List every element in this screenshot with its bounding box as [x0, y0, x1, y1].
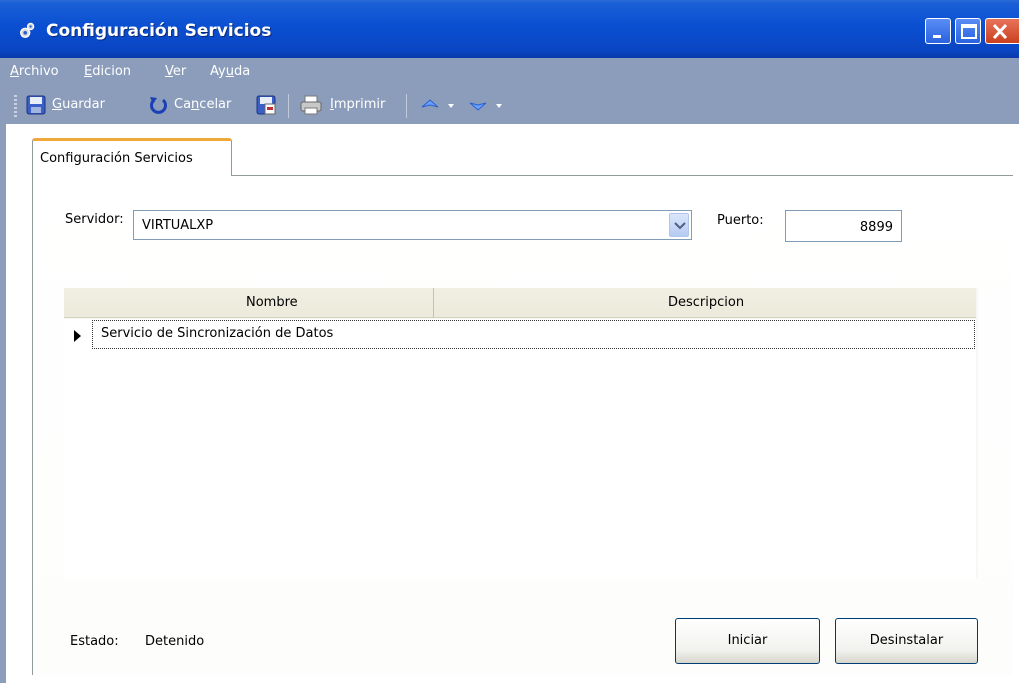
- servidor-label: Servidor:: [65, 212, 124, 227]
- menu-ayuda[interactable]: Ayuda: [210, 64, 250, 79]
- toolbar: Guardar Cancelar Imprimir: [0, 86, 1019, 124]
- current-row-arrow-icon: [74, 330, 81, 342]
- grid-empty-area: [64, 350, 976, 578]
- save-pdf-icon: [256, 95, 276, 115]
- puerto-label: Puerto:: [717, 213, 764, 228]
- menu-bar: Archivo Edicion Ver Ayuda: [0, 58, 1019, 86]
- menu-archivo[interactable]: Archivo: [10, 64, 59, 79]
- undo-icon: [150, 97, 167, 114]
- close-button[interactable]: [985, 18, 1019, 44]
- guardar-button[interactable]: Guardar: [24, 93, 136, 117]
- arrow-down-icon: [469, 102, 502, 111]
- minimize-button[interactable]: [925, 18, 951, 44]
- table-cell-nombre[interactable]: Servicio de Sincronización de Datos: [92, 320, 975, 349]
- navigate-up-button[interactable]: [418, 93, 462, 117]
- dropdown-button[interactable]: [669, 213, 689, 237]
- toolbar-separator: [288, 94, 289, 118]
- iniciar-button[interactable]: Iniciar: [675, 618, 820, 664]
- gears-icon: [20, 22, 35, 38]
- estado-value: Detenido: [145, 634, 205, 649]
- row-selector-header[interactable]: [64, 288, 92, 318]
- app-window: Configuración Servicios Archivo Edicion …: [0, 0, 1019, 683]
- minimize-icon: [933, 35, 941, 38]
- desinstalar-button[interactable]: Desinstalar: [835, 618, 978, 664]
- close-icon: [992, 23, 1008, 40]
- save-icon: [26, 95, 46, 115]
- table-row[interactable]: Servicio de Sincronización de Datos: [64, 319, 976, 350]
- estado-label: Estado:: [70, 634, 119, 649]
- arrow-up-icon: [421, 99, 454, 108]
- title-bar[interactable]: Configuración Servicios: [0, 0, 1019, 58]
- client-area: Configuración Servicios Servidor: VIRTUA…: [6, 124, 1019, 683]
- menu-ver[interactable]: Ver: [165, 64, 186, 79]
- row-selector[interactable]: [64, 319, 92, 350]
- navigate-down-button[interactable]: [466, 93, 510, 117]
- tab-label: Configuración Servicios: [40, 151, 193, 166]
- toolbar-separator: [406, 94, 407, 118]
- cancelar-button[interactable]: Cancelar: [146, 93, 262, 117]
- servidor-value: VIRTUALXP: [142, 218, 214, 233]
- tab-configuracion-servicios[interactable]: Configuración Servicios: [32, 138, 232, 176]
- column-header-nombre[interactable]: Nombre: [92, 288, 434, 318]
- puerto-value: 8899: [859, 220, 893, 235]
- toolbar-grip[interactable]: [14, 95, 17, 117]
- maximize-button[interactable]: [955, 18, 981, 44]
- export-pdf-button[interactable]: [254, 93, 278, 117]
- grid-header: Nombre Descripcion: [64, 288, 976, 318]
- chevron-down-icon: [674, 222, 686, 230]
- puerto-input[interactable]: 8899: [785, 210, 902, 242]
- services-grid: Nombre Descripcion Servicio de Sincroniz…: [64, 288, 978, 578]
- imprimir-button[interactable]: Imprimir: [298, 93, 398, 117]
- printer-icon: [300, 95, 322, 115]
- column-header-descripcion[interactable]: Descripcion: [435, 288, 976, 318]
- window-title: Configuración Servicios: [46, 21, 272, 41]
- menu-edicion[interactable]: Edicion: [84, 64, 131, 79]
- servidor-select[interactable]: VIRTUALXP: [133, 210, 692, 240]
- maximize-icon: [961, 24, 977, 39]
